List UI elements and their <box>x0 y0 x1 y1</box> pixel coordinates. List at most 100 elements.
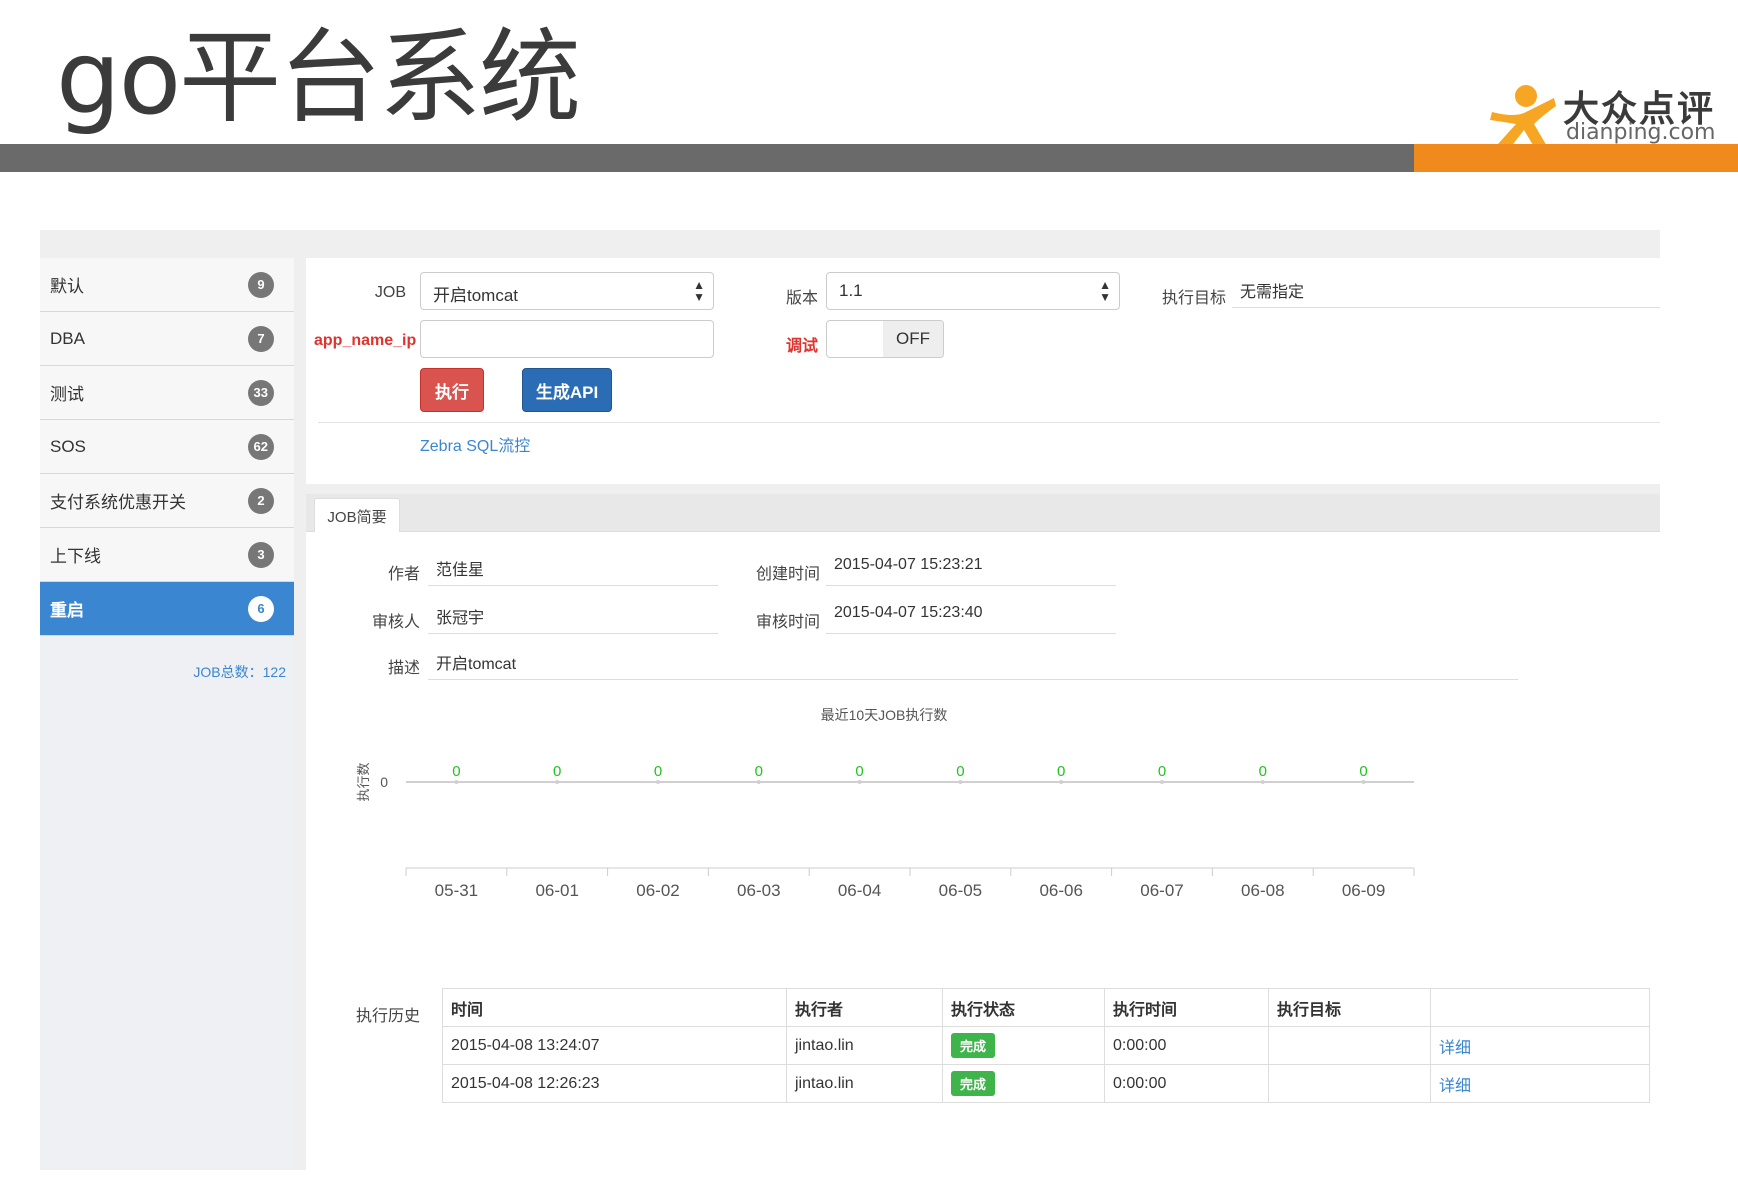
job-summary-panel: 作者 范佳星 创建时间 2015-04-07 15:23:21 审核人 张冠宇 … <box>306 532 1660 1170</box>
x-tick-label: 06-02 <box>636 881 679 900</box>
sidebar-item-online-offline[interactable]: 上下线 3 <box>40 528 294 582</box>
form-divider <box>318 422 1660 423</box>
x-tick-label: 06-07 <box>1140 881 1183 900</box>
select-arrows-icon: ▲ ▼ <box>693 278 705 304</box>
column-header-actions <box>1430 988 1650 1027</box>
count-badge: 2 <box>248 487 274 514</box>
data-point <box>756 780 761 784</box>
job-select-value: 开启tomcat <box>433 286 519 305</box>
data-label: 0 <box>553 763 561 780</box>
sidebar-item-dba[interactable]: DBA 7 <box>40 312 294 366</box>
logo-en-text: dianping.com <box>1566 120 1716 145</box>
sidebar-item-payment-switch[interactable]: 支付系统优惠开关 2 <box>40 474 294 528</box>
column-header-time: 时间 <box>442 988 787 1027</box>
x-tick-label: 06-06 <box>1039 881 1082 900</box>
job-select[interactable]: 开启tomcat ▲ ▼ <box>420 272 714 310</box>
target-label: 执行目标 <box>1161 290 1226 307</box>
table-header-row: 时间 执行者 执行状态 执行时间 执行目标 <box>442 988 1650 1027</box>
sidebar-item-restart[interactable]: 重启 6 <box>40 582 294 636</box>
dianping-logo: 大众点评 dianping.com <box>1486 74 1726 154</box>
tab-job-summary[interactable]: JOB简要 <box>314 498 400 533</box>
count-badge: 62 <box>247 433 274 460</box>
cell-executor: jintao.lin <box>786 1064 943 1103</box>
job-total: JOB总数：122 <box>193 664 286 680</box>
count-badge: 6 <box>248 595 274 622</box>
x-tick-label: 05-31 <box>435 881 478 900</box>
cell-duration: 0:00:00 <box>1104 1064 1269 1103</box>
cell-duration: 0:00:00 <box>1104 1026 1269 1065</box>
data-point <box>1361 780 1366 784</box>
count-badge: 9 <box>248 271 274 298</box>
cell-target <box>1268 1064 1431 1103</box>
debug-label: 调试 <box>785 338 818 355</box>
created-time-label: 创建时间 <box>755 566 820 583</box>
detail-link[interactable]: 详细 <box>1439 1040 1471 1057</box>
sidebar-item-label: 支付系统优惠开关 <box>50 493 186 512</box>
app-name-ip-label: app_name_ip <box>314 332 417 349</box>
debug-toggle[interactable]: OFF <box>826 320 944 358</box>
sidebar-item-label: 测试 <box>50 385 84 404</box>
tab-bar: JOB简要 <box>306 494 1660 533</box>
slide-title: go平台系统 <box>56 19 581 138</box>
data-label: 0 <box>1259 763 1267 780</box>
cell-actions: 详细 <box>1430 1064 1650 1103</box>
run-button[interactable]: 执行 <box>420 368 484 412</box>
data-point <box>555 780 560 784</box>
y-tick-label: 0 <box>380 774 388 790</box>
reviewer-value: 张冠宇 <box>428 598 718 634</box>
data-label: 0 <box>855 763 863 780</box>
author-value: 范佳星 <box>428 550 718 586</box>
sidebar-item-label: DBA <box>50 328 85 348</box>
select-arrows-icon: ▲ ▼ <box>1099 278 1111 304</box>
data-point <box>857 780 862 784</box>
data-label: 0 <box>654 763 662 780</box>
data-point <box>1160 780 1164 784</box>
sidebar: 默认 9 DBA 7 测试 33 SOS 62 支付系统优惠开关 2 上下线 3… <box>40 258 294 1170</box>
data-point <box>1059 780 1064 784</box>
data-label: 0 <box>755 763 763 780</box>
cell-time: 2015-04-08 12:26:23 <box>442 1064 787 1103</box>
job-form: JOB 开启tomcat ▲ ▼ 版本 1.1 ▲ ▼ 执行目标 无需指定 app_… <box>306 258 1660 484</box>
sidebar-item-label: 默认 <box>50 277 84 296</box>
data-label: 0 <box>1057 763 1065 780</box>
chart-title: 最近10天JOB执行数 <box>821 707 948 723</box>
header-bar-orange <box>1414 144 1738 172</box>
cell-actions: 详细 <box>1430 1026 1650 1065</box>
description-value: 开启tomcat <box>428 644 1518 680</box>
debug-toggle-state: OFF <box>883 321 943 357</box>
sidebar-item-sos[interactable]: SOS 62 <box>40 420 294 474</box>
data-label: 0 <box>452 763 460 780</box>
sidebar-item-label: 重启 <box>50 601 84 620</box>
status-badge: 完成 <box>951 1071 996 1096</box>
cell-time: 2015-04-08 13:24:07 <box>442 1026 787 1065</box>
detail-link[interactable]: 详细 <box>1439 1078 1471 1095</box>
column-header-executor: 执行者 <box>786 988 943 1027</box>
version-select[interactable]: 1.1 ▲ ▼ <box>826 272 1120 310</box>
x-tick-label: 06-01 <box>535 881 578 900</box>
x-tick-label: 06-04 <box>838 881 881 900</box>
app-name-ip-input[interactable] <box>420 320 714 358</box>
column-header-duration: 执行时间 <box>1104 988 1269 1027</box>
column-header-target: 执行目标 <box>1268 988 1431 1027</box>
generate-api-button[interactable]: 生成API <box>522 368 612 412</box>
reviewed-time-label: 审核时间 <box>755 614 820 631</box>
data-point <box>454 780 459 784</box>
data-point <box>958 780 963 784</box>
cell-status: 完成 <box>942 1064 1105 1103</box>
executions-chart: 最近10天JOB执行数执行数 0 0 05-31 0 06-01 0 06-02 0 06-03 0… <box>356 707 1415 900</box>
cell-executor: jintao.lin <box>786 1026 943 1065</box>
sidebar-item-default[interactable]: 默认 9 <box>40 258 294 312</box>
zebra-sql-link[interactable]: Zebra SQL流控 <box>420 432 530 456</box>
data-label: 0 <box>956 763 964 780</box>
data-label: 0 <box>1158 763 1166 780</box>
created-time-value: 2015-04-07 15:23:21 <box>826 550 1116 586</box>
column-header-status: 执行状态 <box>942 988 1105 1027</box>
status-badge: 完成 <box>951 1033 996 1058</box>
dianping-logo-icon <box>1490 85 1556 150</box>
sidebar-item-test[interactable]: 测试 33 <box>40 366 294 420</box>
author-label: 作者 <box>387 566 420 583</box>
x-tick-label: 06-05 <box>939 881 982 900</box>
app-window: 默认 9 DBA 7 测试 33 SOS 62 支付系统优惠开关 2 上下线 3… <box>40 230 1660 1170</box>
target-value: 无需指定 <box>1232 272 1660 308</box>
header-bar-gray <box>0 144 1414 172</box>
